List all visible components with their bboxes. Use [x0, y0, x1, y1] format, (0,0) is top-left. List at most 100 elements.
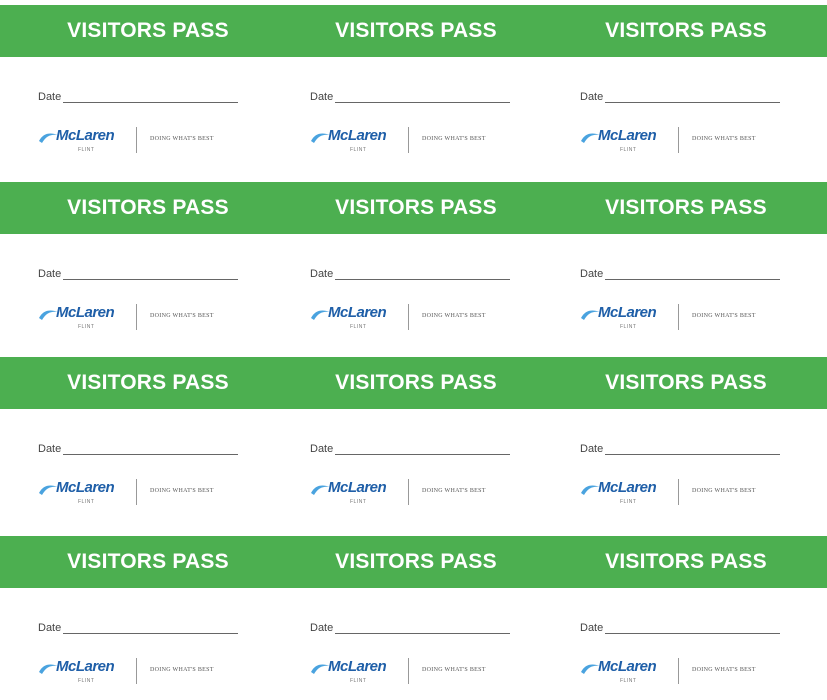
- logo-tagline: DOING WHAT'S BEST: [422, 667, 486, 673]
- logo-tagline: DOING WHAT'S BEST: [422, 313, 486, 319]
- logo-subtext: FLINT: [78, 678, 95, 684]
- mclaren-logo: McLaren FLINT DOING WHAT'S BEST: [310, 125, 570, 155]
- logo-wordmark: McLaren: [598, 658, 657, 675]
- visitor-pass-sheet: VISITORS PASS VISITORS PASS VISITORS PASS D…: [0, 0, 827, 700]
- mclaren-logo: McLaren FLINT DOING WHAT'S BEST: [38, 656, 298, 686]
- mclaren-logo: McLaren FLINT DOING WHAT'S BEST: [580, 656, 827, 686]
- logo-divider: [136, 304, 137, 330]
- date-write-line: [335, 269, 511, 280]
- date-label: Date: [38, 622, 62, 634]
- logo-divider: [408, 304, 409, 330]
- pass-title: VISITORS PASS: [335, 196, 497, 219]
- date-label: Date: [580, 622, 604, 634]
- logo-wordmark: McLaren: [328, 479, 387, 496]
- pass-title: VISITORS PASS: [335, 550, 497, 573]
- date-write-line: [63, 623, 239, 634]
- logo-tagline: DOING WHAT'S BEST: [150, 313, 214, 319]
- logo-wordmark: McLaren: [56, 304, 115, 321]
- logo-subtext: FLINT: [620, 678, 637, 684]
- logo-tagline: DOING WHAT'S BEST: [692, 488, 756, 494]
- logo-subtext: FLINT: [350, 324, 367, 330]
- date-field: Date: [38, 262, 239, 280]
- date-write-line: [605, 92, 781, 103]
- date-label: Date: [310, 443, 334, 455]
- pass-title: VISITORS PASS: [335, 19, 497, 42]
- date-write-line: [63, 92, 239, 103]
- date-label: Date: [580, 443, 604, 455]
- logo-subtext: FLINT: [78, 147, 95, 153]
- pass-title: VISITORS PASS: [605, 19, 767, 42]
- date-field: Date: [38, 616, 239, 634]
- date-write-line: [335, 623, 511, 634]
- logo-wordmark: McLaren: [56, 658, 115, 675]
- logo-subtext: FLINT: [620, 147, 637, 153]
- logo-tagline: DOING WHAT'S BEST: [422, 488, 486, 494]
- date-field: Date: [580, 85, 781, 103]
- pass-header-band: VISITORS PASS VISITORS PASS VISITORS PASS: [0, 5, 827, 57]
- logo-tagline: DOING WHAT'S BEST: [150, 488, 214, 494]
- logo-subtext: FLINT: [350, 678, 367, 684]
- date-field: Date: [580, 616, 781, 634]
- logo-divider: [408, 479, 409, 505]
- pass-title: VISITORS PASS: [605, 196, 767, 219]
- logo-subtext: FLINT: [78, 499, 95, 505]
- logo-divider: [678, 304, 679, 330]
- logo-wordmark: McLaren: [56, 479, 115, 496]
- pass-title: VISITORS PASS: [605, 550, 767, 573]
- logo-subtext: FLINT: [620, 324, 637, 330]
- date-write-line: [335, 444, 511, 455]
- date-field: Date: [310, 437, 511, 455]
- pass-header-band: VISITORS PASS VISITORS PASS VISITORS PASS: [0, 182, 827, 234]
- logo-subtext: FLINT: [620, 499, 637, 505]
- logo-divider: [678, 658, 679, 684]
- date-label: Date: [38, 443, 62, 455]
- logo-divider: [136, 127, 137, 153]
- logo-wordmark: McLaren: [328, 127, 387, 144]
- pass-title: VISITORS PASS: [67, 196, 229, 219]
- mclaren-logo: McLaren FLINT DOING WHAT'S BEST: [38, 477, 298, 507]
- logo-tagline: DOING WHAT'S BEST: [422, 136, 486, 142]
- logo-tagline: DOING WHAT'S BEST: [150, 136, 214, 142]
- date-field: Date: [38, 85, 239, 103]
- date-label: Date: [310, 622, 334, 634]
- pass-title: VISITORS PASS: [605, 371, 767, 394]
- date-label: Date: [580, 268, 604, 280]
- mclaren-logo: McLaren FLINT DOING WHAT'S BEST: [310, 477, 570, 507]
- logo-wordmark: McLaren: [598, 127, 657, 144]
- date-write-line: [605, 269, 781, 280]
- pass-title: VISITORS PASS: [67, 371, 229, 394]
- mclaren-logo: McLaren FLINT DOING WHAT'S BEST: [38, 302, 298, 332]
- date-label: Date: [310, 91, 334, 103]
- mclaren-logo: McLaren FLINT DOING WHAT'S BEST: [310, 302, 570, 332]
- logo-wordmark: McLaren: [328, 304, 387, 321]
- date-field: Date: [38, 437, 239, 455]
- date-field: Date: [310, 616, 511, 634]
- logo-tagline: DOING WHAT'S BEST: [692, 313, 756, 319]
- date-label: Date: [580, 91, 604, 103]
- logo-tagline: DOING WHAT'S BEST: [692, 667, 756, 673]
- date-field: Date: [580, 437, 781, 455]
- date-write-line: [605, 623, 781, 634]
- mclaren-logo: McLaren FLINT DOING WHAT'S BEST: [580, 302, 827, 332]
- logo-divider: [678, 127, 679, 153]
- logo-divider: [136, 479, 137, 505]
- date-label: Date: [38, 268, 62, 280]
- pass-title: VISITORS PASS: [335, 371, 497, 394]
- date-field: Date: [580, 262, 781, 280]
- logo-subtext: FLINT: [350, 147, 367, 153]
- logo-wordmark: McLaren: [598, 479, 657, 496]
- date-field: Date: [310, 262, 511, 280]
- mclaren-logo: McLaren FLINT DOING WHAT'S BEST: [580, 125, 827, 155]
- mclaren-logo: McLaren FLINT DOING WHAT'S BEST: [38, 125, 298, 155]
- date-write-line: [335, 92, 511, 103]
- logo-divider: [408, 127, 409, 153]
- pass-title: VISITORS PASS: [67, 550, 229, 573]
- logo-subtext: FLINT: [350, 499, 367, 505]
- date-label: Date: [310, 268, 334, 280]
- logo-tagline: DOING WHAT'S BEST: [150, 667, 214, 673]
- mclaren-logo: McLaren FLINT DOING WHAT'S BEST: [580, 477, 827, 507]
- logo-divider: [136, 658, 137, 684]
- date-write-line: [63, 269, 239, 280]
- pass-header-band: VISITORS PASS VISITORS PASS VISITORS PASS: [0, 536, 827, 588]
- pass-header-band: VISITORS PASS VISITORS PASS VISITORS PASS: [0, 357, 827, 409]
